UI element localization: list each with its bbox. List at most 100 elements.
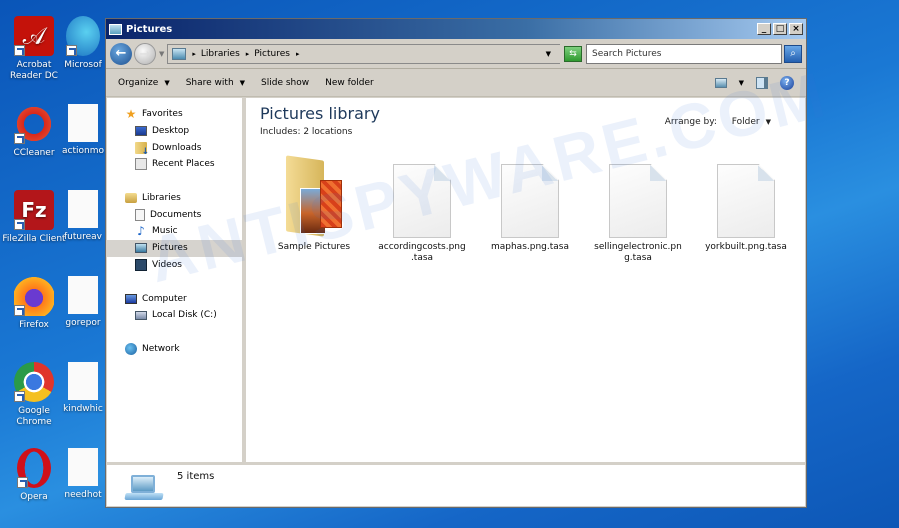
pictures-icon xyxy=(135,243,147,254)
sidebar-item-recent-places[interactable]: Recent Places xyxy=(107,156,242,173)
blank-file-icon xyxy=(393,164,451,238)
sidebar-item-pictures[interactable]: Pictures xyxy=(107,239,242,257)
desktop-icon-kindwhic[interactable]: kindwhic xyxy=(60,362,106,415)
file-grid: Sample Pictures accordingcosts.png .tasa… xyxy=(260,155,800,264)
address-dropdown-icon[interactable]: ▼ xyxy=(546,50,551,58)
navigation-pane: ★Favorites Desktop Downloads Recent Plac… xyxy=(107,98,246,462)
sidebar-item-music[interactable]: ♪ Music xyxy=(107,223,242,240)
minimize-button[interactable]: _ xyxy=(757,23,771,35)
breadcrumb-pictures[interactable]: Pictures xyxy=(254,49,290,59)
blank-file-icon xyxy=(717,164,775,238)
music-icon: ♪ xyxy=(137,224,145,239)
libraries-icon xyxy=(125,193,137,204)
slide-show-button[interactable]: Slide show xyxy=(261,78,309,88)
recent-pages-dropdown-icon[interactable]: ▼ xyxy=(159,50,164,58)
desktop-icon-ccleaner[interactable]: CCleaner xyxy=(0,104,68,159)
explorer-window: Pictures _ □ × ← → ▼ ▸ Libraries ▸ Pictu… xyxy=(105,18,807,508)
desktop-icon-needhot[interactable]: needhot xyxy=(60,448,106,501)
file-item[interactable]: sellingelectronic.pn g.tasa xyxy=(584,156,692,264)
refresh-button[interactable]: ⇆ xyxy=(564,45,582,62)
chrome-icon xyxy=(14,362,54,402)
details-pane: 5 items xyxy=(107,462,805,506)
file-icon xyxy=(68,190,98,228)
new-folder-button[interactable]: New folder xyxy=(325,78,374,88)
desktop-icon-filezilla[interactable]: Fz FileZilla Client xyxy=(0,190,68,245)
address-bar[interactable]: ▸ Libraries ▸ Pictures ▸ ▼ xyxy=(167,43,560,64)
desktop-icon-futureav[interactable]: futureav xyxy=(60,190,106,243)
desktop-icon-chrome[interactable]: Google Chrome xyxy=(0,362,68,428)
item-count: 5 items xyxy=(177,471,215,482)
breadcrumb-separator-icon[interactable]: ▸ xyxy=(296,50,300,58)
breadcrumb-separator-icon[interactable]: ▸ xyxy=(246,50,250,58)
chevron-down-icon: ▼ xyxy=(239,78,246,87)
chevron-down-icon: ▼ xyxy=(765,118,771,126)
file-item-sample-pictures[interactable]: Sample Pictures xyxy=(260,155,368,264)
file-item[interactable]: yorkbuilt.png.tasa xyxy=(692,156,800,264)
search-icon[interactable]: ⌕ xyxy=(784,44,802,63)
share-with-button[interactable]: Share with ▼ xyxy=(186,78,245,88)
sidebar-item-local-disk[interactable]: Local Disk (C:) xyxy=(107,307,242,324)
sidebar-item-network[interactable]: Network xyxy=(107,341,242,358)
desktop-icon-opera[interactable]: Opera xyxy=(0,448,68,503)
downloads-icon xyxy=(135,141,149,157)
pictures-library-large-icon xyxy=(124,475,164,501)
library-title: Pictures library xyxy=(260,104,380,123)
sidebar-item-libraries[interactable]: Libraries xyxy=(107,190,242,207)
search-input[interactable]: Search Pictures xyxy=(586,43,782,64)
close-button[interactable]: × xyxy=(789,23,803,35)
file-item[interactable]: accordingcosts.png .tasa xyxy=(368,156,476,264)
file-item[interactable]: maphas.png.tasa xyxy=(476,156,584,264)
file-icon xyxy=(68,104,98,142)
library-includes[interactable]: Includes: 2 locations xyxy=(260,127,352,137)
desktop-icon-acrobat[interactable]: 𝒜 Acrobat Reader DC xyxy=(0,16,68,82)
sidebar-item-documents[interactable]: Documents xyxy=(107,206,242,223)
file-list-pane[interactable]: Pictures library Includes: 2 locations A… xyxy=(246,98,805,462)
firefox-icon xyxy=(14,276,54,316)
organize-button[interactable]: Organize ▼ xyxy=(118,78,170,88)
star-icon: ★ xyxy=(125,107,137,122)
help-icon[interactable]: ? xyxy=(780,75,794,90)
change-view-icon[interactable] xyxy=(714,77,727,88)
folder-icon xyxy=(286,155,342,238)
file-icon xyxy=(68,362,98,400)
forward-button[interactable]: → xyxy=(134,42,156,65)
blank-file-icon xyxy=(609,164,667,238)
network-icon xyxy=(125,342,137,355)
opera-icon xyxy=(17,448,51,488)
title-bar[interactable]: Pictures _ □ × xyxy=(106,19,806,39)
desktop-icon-firefox[interactable]: Firefox xyxy=(0,276,68,331)
search-placeholder: Search Pictures xyxy=(592,48,662,59)
filezilla-icon: Fz xyxy=(14,190,54,230)
chevron-down-icon: ▼ xyxy=(164,78,170,87)
edge-icon xyxy=(66,16,100,56)
view-options-dropdown-icon[interactable]: ▼ xyxy=(739,79,744,87)
sidebar-item-favorites[interactable]: ★ Favorites xyxy=(107,106,242,123)
desktop-icon-actionmo[interactable]: actionmo xyxy=(60,104,106,157)
window-title: Pictures xyxy=(126,23,173,35)
file-icon xyxy=(68,448,98,486)
desktop-icon-edge[interactable]: Microsof xyxy=(60,16,106,71)
breadcrumb-libraries[interactable]: Libraries xyxy=(201,49,240,59)
recent-places-icon xyxy=(135,158,147,171)
local-disk-icon xyxy=(135,310,147,320)
back-button[interactable]: ← xyxy=(110,42,132,65)
explorer-body: ★Favorites Desktop Downloads Recent Plac… xyxy=(106,98,806,462)
ccleaner-icon xyxy=(14,104,54,144)
command-toolbar: Organize ▼ Share with ▼ Slide show New fol… xyxy=(106,69,806,97)
documents-icon xyxy=(135,208,145,221)
sidebar-item-videos[interactable]: Videos xyxy=(107,257,242,274)
acrobat-icon: 𝒜 xyxy=(14,16,54,56)
desktop-icon-gorepor[interactable]: gorepor xyxy=(60,276,106,329)
sidebar-item-downloads[interactable]: Downloads xyxy=(107,139,242,157)
sidebar-item-computer[interactable]: Computer xyxy=(107,290,242,307)
maximize-button[interactable]: □ xyxy=(773,23,787,35)
arrange-by-dropdown[interactable]: Folder ▼ xyxy=(732,117,771,127)
desktop-icon xyxy=(135,126,147,137)
file-icon xyxy=(68,276,98,314)
videos-icon xyxy=(135,258,147,271)
preview-pane-icon[interactable] xyxy=(756,76,768,89)
sidebar-item-desktop[interactable]: Desktop xyxy=(107,123,242,140)
breadcrumb-separator-icon[interactable]: ▸ xyxy=(192,50,196,58)
pictures-library-icon xyxy=(172,47,187,60)
arrange-by: Arrange by: Folder ▼ xyxy=(664,117,771,127)
